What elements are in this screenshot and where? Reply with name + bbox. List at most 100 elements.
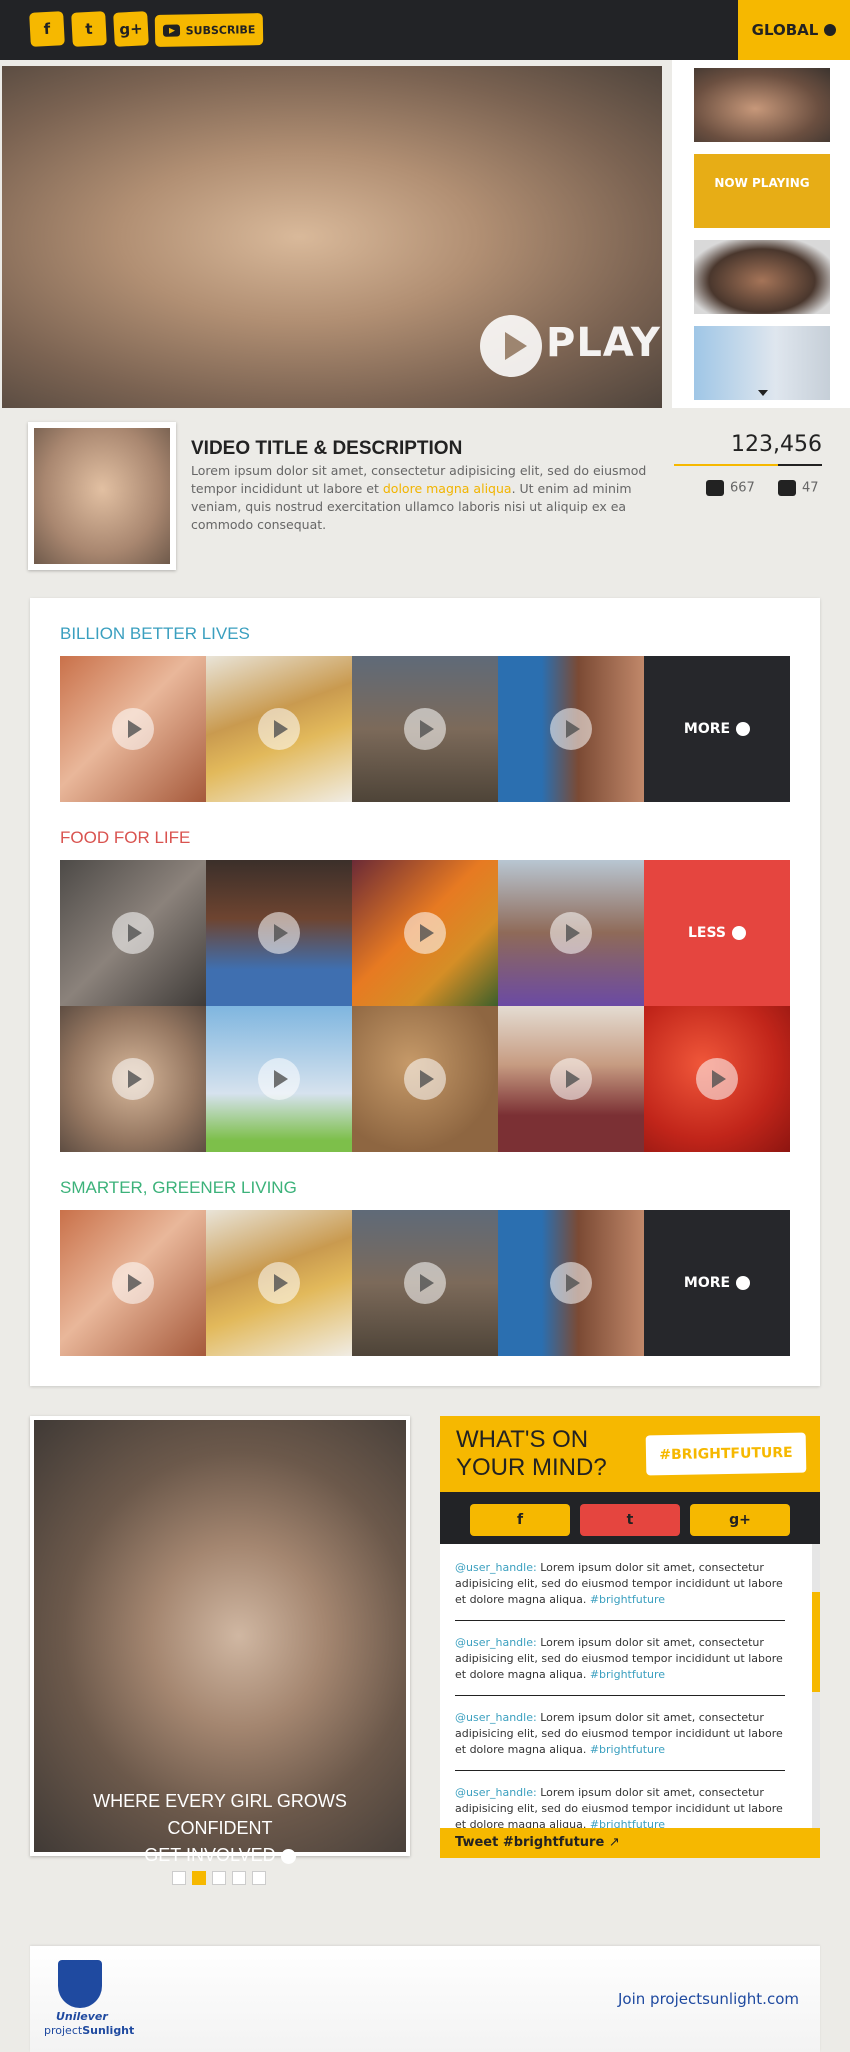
video-tile[interactable] — [352, 860, 498, 1006]
play-icon — [258, 912, 300, 954]
more-tile[interactable]: MORE — [644, 1210, 790, 1356]
carousel-dot[interactable] — [172, 1871, 186, 1885]
video-tile[interactable] — [498, 1210, 644, 1356]
feature-headline: WHERE EVERY GIRL GROWS CONFIDENT — [93, 1791, 347, 1838]
play-icon — [550, 1058, 592, 1100]
globe-icon — [824, 24, 837, 36]
video-tile[interactable] — [60, 860, 206, 1006]
like-button[interactable]: 667 — [706, 480, 755, 496]
video-tile[interactable] — [60, 1210, 206, 1356]
video-tile[interactable] — [60, 1006, 206, 1152]
hashtag-badge[interactable]: #BRIGHTFUTURE — [645, 1432, 807, 1476]
video-thumbnail — [28, 422, 176, 570]
external-link-icon: ↗ — [608, 1835, 620, 1850]
carousel-dot[interactable] — [252, 1871, 266, 1885]
google-plus-button[interactable]: g+ — [113, 11, 149, 47]
video-tile[interactable] — [206, 1006, 352, 1152]
play-label[interactable]: PLAY — [546, 320, 661, 366]
playlist-thumb[interactable] — [694, 326, 830, 400]
more-tile[interactable]: MORE — [644, 656, 790, 802]
carousel-dot[interactable] — [192, 1871, 206, 1885]
feed-scrollbar-thumb[interactable] — [812, 1592, 820, 1692]
playlist-thumb-current[interactable]: NOW PLAYING — [694, 154, 830, 228]
now-playing-label: NOW PLAYING — [714, 176, 810, 190]
dislike-count: 47 — [802, 480, 819, 496]
description-link[interactable]: dolore magna aliqua — [383, 481, 512, 496]
like-count: 667 — [730, 480, 755, 496]
google-plus-share-button[interactable]: g+ — [690, 1504, 790, 1536]
play-icon — [404, 912, 446, 954]
play-icon — [550, 708, 592, 750]
plus-circle-icon — [736, 1276, 751, 1290]
social-heading: WHAT'S ON YOUR MIND? — [456, 1426, 607, 1481]
global-region-button[interactable]: GLOBAL — [738, 0, 850, 60]
video-tile[interactable] — [644, 1006, 790, 1152]
more-label: MORE — [683, 1275, 731, 1291]
collection-title: BILLION BETTER LIVES — [60, 624, 250, 643]
google-plus-icon: g+ — [118, 19, 144, 39]
thumbs-down-icon — [778, 480, 796, 496]
divider — [455, 1695, 785, 1696]
video-tile[interactable] — [206, 656, 352, 802]
feed-post: @user_handle: Lorem ipsum dolor sit amet… — [455, 1636, 783, 1681]
playlist-thumb[interactable] — [694, 68, 830, 142]
play-icon — [550, 912, 592, 954]
project-sunlight-logo: projectSunlight — [44, 2024, 135, 2037]
collection-title: SMARTER, GREENER LIVING — [60, 1178, 297, 1197]
carousel-dot[interactable] — [232, 1871, 246, 1885]
video-tile[interactable] — [498, 1006, 644, 1152]
play-icon — [404, 1058, 446, 1100]
view-count: 123,456 — [731, 432, 822, 457]
facebook-share-button[interactable]: f — [470, 1504, 570, 1536]
unilever-logo[interactable] — [58, 1960, 102, 2008]
scroll-down-icon[interactable] — [758, 390, 768, 396]
like-ratio-fill — [674, 464, 778, 466]
video-tile[interactable] — [206, 860, 352, 1006]
video-description: Lorem ipsum dolor sit amet, consectetur … — [191, 463, 647, 532]
video-tile[interactable] — [498, 656, 644, 802]
play-icon[interactable] — [480, 315, 542, 377]
subscribe-button[interactable]: SUBSCRIBE — [154, 13, 264, 47]
get-involved-link[interactable]: GET INVOLVED — [40, 1842, 400, 1869]
play-icon — [112, 912, 154, 954]
carousel-dot[interactable] — [212, 1871, 226, 1885]
divider — [455, 1770, 785, 1771]
twitter-icon: t — [84, 19, 94, 39]
tweet-button[interactable]: Tweet #brightfuture ↗ — [440, 1828, 820, 1858]
play-icon — [112, 1058, 154, 1100]
video-tile[interactable] — [352, 1210, 498, 1356]
more-label: MORE — [683, 721, 731, 737]
video-tile[interactable] — [206, 1210, 352, 1356]
minus-circle-icon — [732, 926, 747, 940]
facebook-button[interactable]: f — [29, 11, 65, 47]
video-tile[interactable] — [352, 1006, 498, 1152]
facebook-icon: f — [43, 19, 51, 39]
less-tile[interactable]: LESS — [644, 860, 790, 1006]
tweet-label: Tweet #brightfuture — [455, 1835, 605, 1850]
collection-title: FOOD FOR LIFE — [60, 828, 191, 847]
twitter-share-button[interactable]: t — [580, 1504, 680, 1536]
video-tile[interactable] — [498, 860, 644, 1006]
play-icon — [550, 1262, 592, 1304]
play-icon — [404, 1262, 446, 1304]
playlist-thumb[interactable] — [694, 240, 830, 314]
arrow-circle-icon — [280, 1848, 296, 1864]
join-link[interactable]: Join projectsunlight.com — [618, 1990, 799, 2008]
brand-name: Unilever — [56, 2010, 108, 2023]
less-label: LESS — [687, 925, 727, 941]
twitter-icon: t — [626, 1512, 634, 1528]
google-plus-icon: g+ — [729, 1512, 751, 1528]
youtube-icon — [162, 24, 180, 37]
twitter-button[interactable]: t — [71, 11, 107, 47]
subscribe-label: SUBSCRIBE — [185, 22, 256, 37]
social-feed[interactable]: @user_handle: Lorem ipsum dolor sit amet… — [440, 1544, 820, 1828]
dislike-button[interactable]: 47 — [778, 480, 819, 496]
play-icon — [112, 708, 154, 750]
video-tile[interactable] — [352, 656, 498, 802]
feed-post: @user_handle: Lorem ipsum dolor sit amet… — [455, 1786, 783, 1828]
facebook-icon: f — [516, 1512, 524, 1528]
video-tile[interactable] — [60, 656, 206, 802]
play-icon — [404, 708, 446, 750]
play-icon — [696, 1058, 738, 1100]
thumbs-up-icon — [706, 480, 724, 496]
